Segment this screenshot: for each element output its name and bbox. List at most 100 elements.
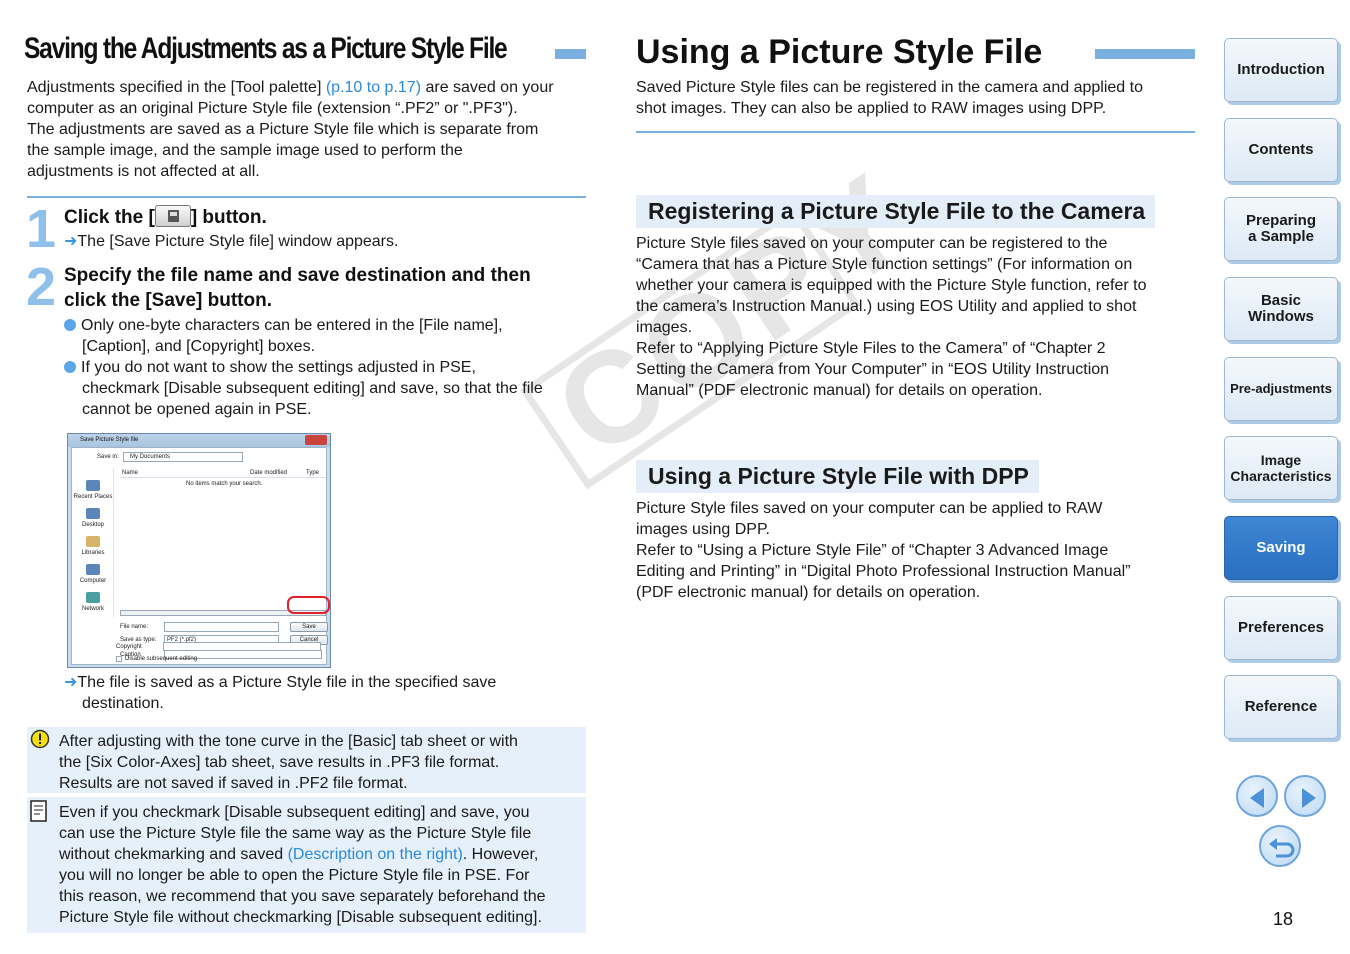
memo-text: without chekmarking and saved [59, 846, 288, 863]
left-page-title: Saving the Adjustments as a Picture Styl… [24, 32, 508, 65]
recent-places-icon [86, 480, 100, 491]
return-button[interactable] [1259, 825, 1301, 867]
step-title: Specify the file name and save destinati… [64, 263, 531, 313]
memo-text: this reason, we recommend that you save … [59, 888, 546, 905]
save-as-type-label: Save as type: [120, 637, 157, 643]
nav-reference[interactable]: Reference [1224, 675, 1338, 739]
step-title: Click the [ ] button. [64, 205, 267, 230]
memo-text: Even if you checkmark [Disable subsequen… [59, 804, 530, 821]
disable-editing-label: Disable subsequent editing [125, 656, 198, 662]
nav-saving[interactable]: Saving [1224, 516, 1338, 580]
bullet-icon [64, 361, 76, 373]
title-accent-bar [555, 49, 586, 59]
column-header: Type [306, 470, 320, 476]
memo-text: Picture Style file without checkmarking … [59, 909, 542, 926]
bullet-text: checkmark [Disable subsequent editing] a… [82, 380, 543, 397]
body-line: Editing and Printing” in “Digital Photo … [636, 563, 1131, 580]
next-page-icon [1302, 788, 1316, 808]
save-button-highlight [287, 596, 330, 614]
column-header: Name [122, 470, 139, 476]
place-label: Network [81, 606, 104, 612]
memo-text: can use the Picture Style file the same … [59, 825, 532, 842]
nav-label: Windows [1248, 308, 1314, 325]
body-line: (PDF electronic manual) for details on o… [636, 584, 981, 601]
caution-icon [30, 729, 50, 749]
step-result-text: The file is saved as a Picture Style fil… [77, 674, 497, 691]
file-name-input [164, 622, 279, 632]
step-title-line: click the [Save] button. [64, 290, 272, 311]
step-title-text: Click the [ [64, 207, 155, 228]
copyright-input [163, 642, 321, 651]
page-link[interactable]: (p.10 to p.17) [326, 79, 421, 96]
step-title-text: ] button. [190, 207, 267, 228]
bullet-text: Only one-byte characters can be entered … [81, 317, 503, 334]
section-divider [27, 196, 586, 198]
caution-note: After adjusting with the tone curve in t… [27, 727, 586, 793]
save-dialog-screenshot: Save Picture Style file Save in: My Docu… [67, 433, 331, 668]
body-line: Refer to “Applying Picture Style Files t… [636, 340, 1106, 357]
disable-editing-checkbox [116, 656, 122, 662]
page-number: 18 [1273, 909, 1294, 929]
places-bar: Recent Places Desktop Libraries Computer… [72, 468, 114, 618]
place-label: Libraries [81, 550, 105, 556]
nav-contents[interactable]: Contents [1224, 118, 1338, 182]
caution-text: Results are not saved if saved in .PF2 f… [59, 775, 408, 792]
intro-text: are saved on your [421, 79, 554, 96]
bullet-text: If you do not want to show the settings … [81, 359, 476, 376]
previous-page-icon [1250, 788, 1264, 808]
nav-introduction[interactable]: Introduction [1224, 38, 1338, 102]
body-line: Manual” (PDF electronic manual) for deta… [636, 382, 1043, 399]
close-icon [305, 435, 327, 445]
intro-text: Adjustments specified in the [Tool palet… [27, 79, 326, 96]
dialog-title: Save Picture Style file [80, 437, 139, 443]
body-line: the camera’s Instruction Manual.) using … [636, 298, 1137, 315]
nav-preparing-a-sample[interactable]: Preparing a Sample [1224, 197, 1338, 261]
save-in-select: My Documents [123, 452, 243, 462]
place-label: Desktop [81, 522, 104, 528]
section-register-body: Picture Style files saved on your comput… [636, 233, 1196, 401]
nav-label: Pre-adjustments [1230, 381, 1332, 396]
caution-text: the [Six Color-Axes] tab sheet, save res… [59, 754, 500, 771]
step-title-line: Specify the file name and save destinati… [64, 265, 531, 286]
nav-label: Characteristics [1230, 468, 1332, 484]
dialog-save-button: Save [290, 622, 328, 632]
nav-preferences[interactable]: Preferences [1224, 596, 1338, 660]
nav-label: Preparing [1245, 212, 1317, 229]
nav-pre-adjustments[interactable]: Pre-adjustments [1224, 357, 1338, 421]
intro-text: computer as an original Picture Style fi… [27, 100, 518, 117]
arrow-right-icon: ➜ [64, 674, 78, 691]
intro-text: the sample image, and the sample image u… [27, 142, 463, 159]
memo-text: . However, [462, 846, 539, 863]
desktop-icon [86, 508, 100, 519]
nav-image-characteristics[interactable]: Image Characteristics [1224, 436, 1338, 500]
nav-label: Saving [1256, 539, 1306, 556]
description-link[interactable]: (Description on the right) [288, 846, 463, 863]
nav-label: Preferences [1238, 619, 1324, 636]
next-page-button[interactable] [1284, 775, 1326, 817]
save-in-label: Save in: [97, 454, 119, 460]
save-in-value: My Documents [130, 454, 171, 460]
dialog-titlebar: Save Picture Style file [68, 434, 330, 447]
computer-icon [86, 564, 100, 575]
nav-basic-windows[interactable]: Basic Windows [1224, 277, 1338, 341]
bullet-text: [Caption], and [Copyright] boxes. [82, 338, 316, 355]
step-number: 1 [26, 199, 57, 259]
title-accent-bar [1095, 49, 1195, 59]
memo-icon [30, 800, 47, 822]
section-divider [636, 131, 1195, 133]
memo-note: Even if you checkmark [Disable subsequen… [27, 797, 586, 933]
previous-page-button[interactable] [1236, 775, 1278, 817]
intro-text: shot images. They can also be applied to… [636, 100, 1107, 117]
right-intro: Saved Picture Style files can be registe… [636, 77, 1196, 119]
right-page-title: Using a Picture Style File [636, 33, 1043, 71]
bullet-text: cannot be opened again in PSE. [82, 401, 312, 418]
nav-label: Reference [1244, 698, 1318, 715]
step-result: ➜The [Save Picture Style file] window ap… [64, 231, 398, 252]
place-label: Computer [79, 578, 107, 584]
step-result-text: The [Save Picture Style file] window app… [77, 233, 399, 250]
place-label: Recent Places [73, 494, 113, 500]
nav-label: a Sample [1248, 228, 1314, 245]
file-list-header: Name Date modified Type [120, 468, 326, 478]
column-header: Date modified [250, 470, 288, 476]
bullet-icon [64, 319, 76, 331]
